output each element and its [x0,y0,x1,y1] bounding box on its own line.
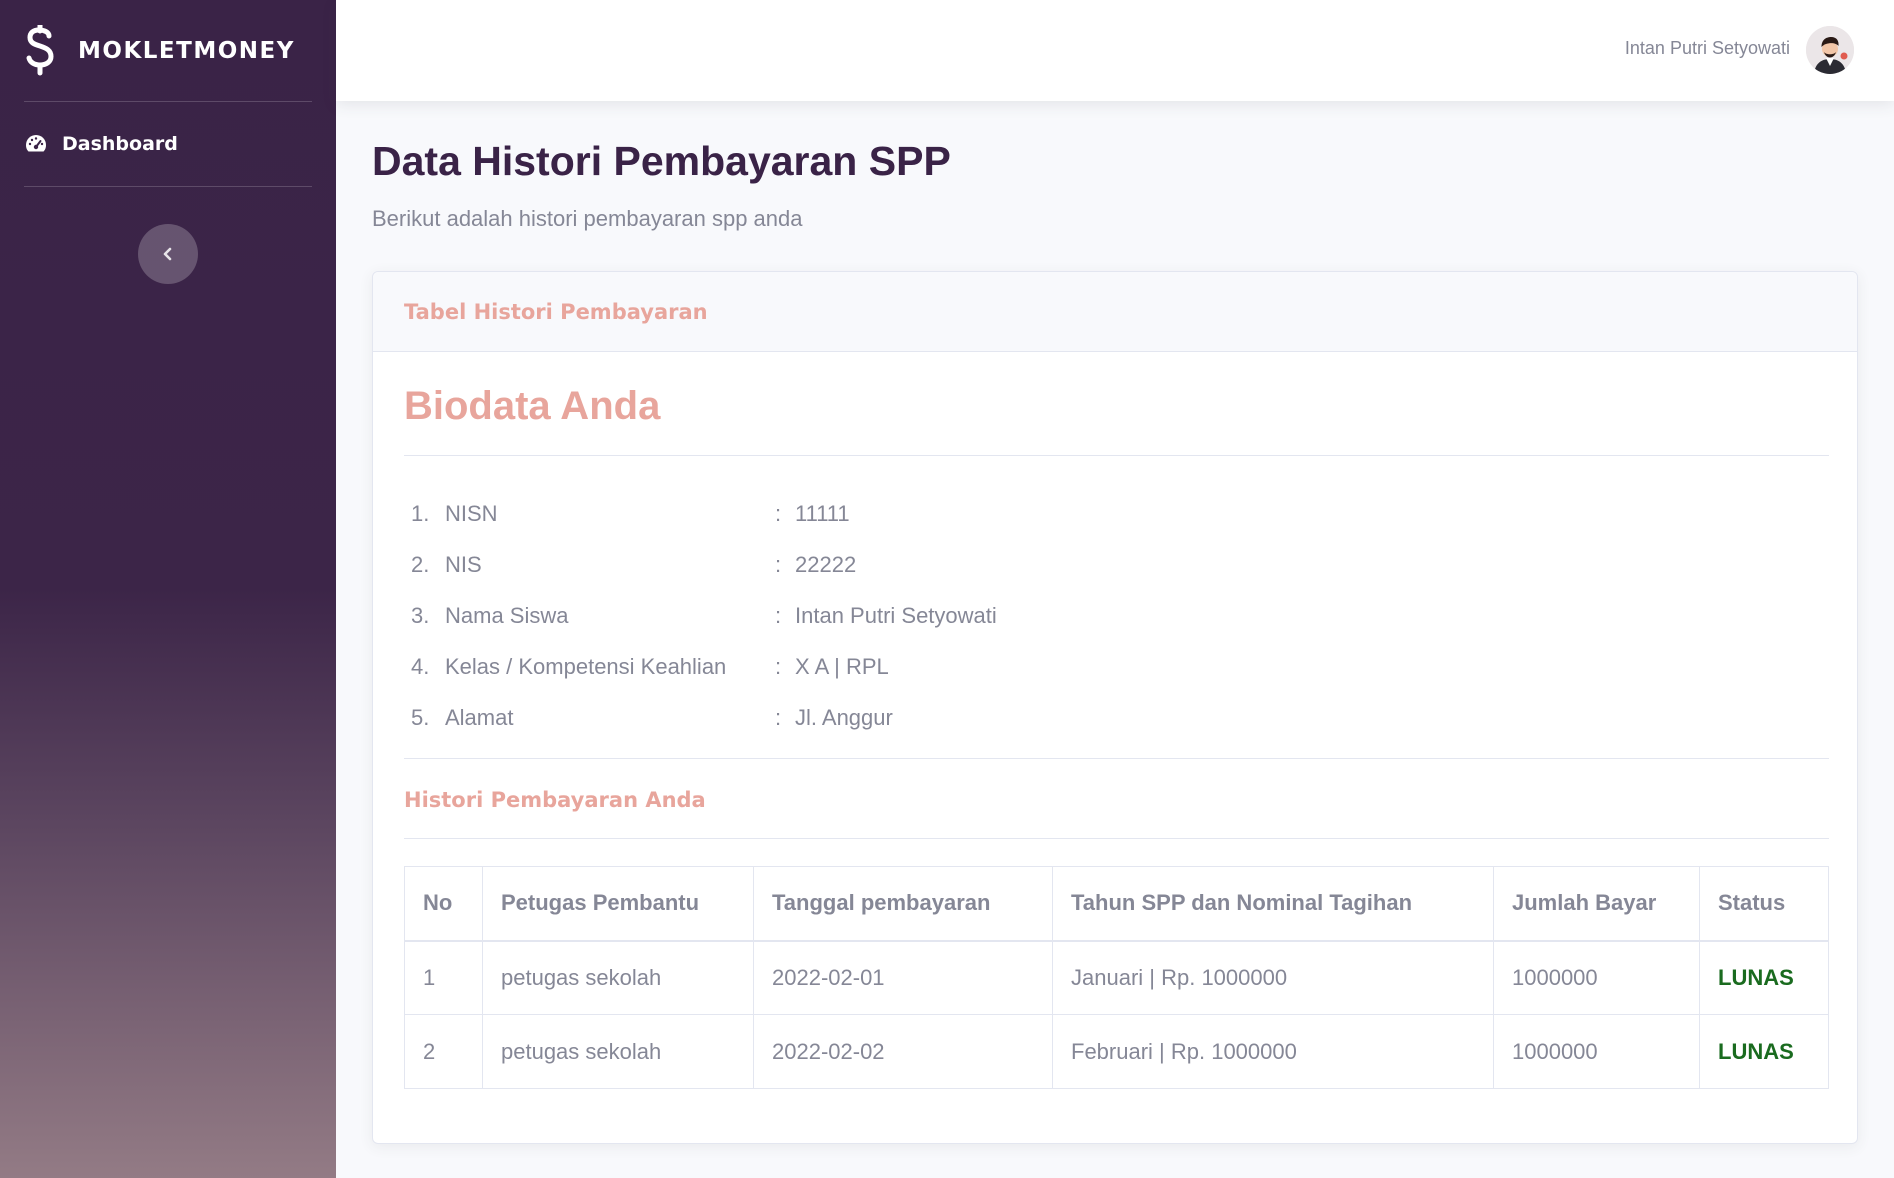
page-title: Data Histori Pembayaran SPP [372,138,951,184]
sidebar-divider [24,186,312,187]
biodata-colon: : [775,500,782,526]
payment-history-table: No Petugas Pembantu Tanggal pembayaran T… [404,866,1829,1089]
chevron-left-icon [163,247,172,261]
status-badge: LUNAS [1699,1014,1829,1089]
biodata-colon: : [775,602,782,628]
column-header[interactable]: Jumlah Bayar [1493,866,1700,942]
biodata-label: Kelas / Kompetensi Keahlian [445,653,727,679]
biodata-number: 5. [411,704,430,730]
table-cell: 1000000 [1493,1014,1700,1089]
biodata-number: 2. [411,551,430,577]
card-header-title: Tabel Histori Pembayaran [404,299,708,324]
biodata-label: Nama Siswa [445,602,569,628]
biodata-value: X A | RPL [795,653,889,679]
page-subtitle: Berikut adalah histori pembayaran spp an… [372,206,803,231]
biodata-value: Jl. Anggur [795,704,893,730]
avatar[interactable] [1806,26,1854,74]
biodata-label: NISN [445,500,498,526]
biodata-colon: : [775,704,782,730]
biodata-colon: : [775,551,782,577]
tachometer-icon [26,135,46,152]
biodata-number: 4. [411,653,430,679]
biodata-row: 3. Nama Siswa : Intan Putri Setyowati [411,590,997,641]
column-header[interactable]: No [404,866,483,942]
divider [404,838,1829,839]
biodata-number: 1. [411,500,430,526]
biodata-list: 1. NISN : 11111 2. NIS : 22222 3. Nama S… [411,488,997,743]
table-cell: petugas sekolah [482,940,754,1015]
biodata-row: 5. Alamat : Jl. Anggur [411,692,997,743]
table-row: 2 petugas sekolah 2022-02-02 Februari | … [404,1014,1829,1089]
sidebar-toggle-button[interactable] [138,224,198,284]
table-header-row: No Petugas Pembantu Tanggal pembayaran T… [404,866,1829,942]
sidebar-item-label: Dashboard [62,133,178,155]
brand-name: MOKLETMONEY [78,37,295,64]
table-cell: 2022-02-01 [753,940,1053,1015]
column-header[interactable]: Status [1699,866,1829,942]
table-cell: 2 [404,1014,483,1089]
biodata-label: Alamat [445,704,514,730]
column-header[interactable]: Tahun SPP dan Nominal Tagihan [1052,866,1494,942]
table-cell: petugas sekolah [482,1014,754,1089]
card-header: Tabel Histori Pembayaran [373,272,1857,352]
sidebar-item-dashboard[interactable]: Dashboard [0,102,336,186]
table-cell: 2022-02-02 [753,1014,1053,1089]
history-card: Tabel Histori Pembayaran Biodata Anda 1.… [372,271,1858,1144]
divider [404,758,1829,759]
brand[interactable]: MOKLETMONEY [0,0,336,101]
biodata-value: 11111 [795,500,850,526]
biodata-row: 2. NIS : 22222 [411,539,997,590]
user-name[interactable]: Intan Putri Setyowati [1625,38,1790,59]
table-row: 1 petugas sekolah 2022-02-01 Januari | R… [404,940,1829,1015]
biodata-label: NIS [445,551,482,577]
column-header[interactable]: Petugas Pembantu [482,866,754,942]
dollar-icon [26,24,54,75]
history-section-title: Histori Pembayaran Anda [404,788,706,812]
topbar: Intan Putri Setyowati [336,0,1894,101]
biodata-value: 22222 [795,551,857,577]
table-cell: Januari | Rp. 1000000 [1052,940,1494,1015]
status-badge: LUNAS [1699,940,1829,1015]
user-avatar-icon [1806,26,1854,74]
biodata-row: 1. NISN : 11111 [411,488,997,539]
divider [404,455,1829,456]
biodata-value: Intan Putri Setyowati [795,602,997,628]
column-header[interactable]: Tanggal pembayaran [753,866,1053,942]
biodata-number: 3. [411,602,430,628]
table-cell: Februari | Rp. 1000000 [1052,1014,1494,1089]
biodata-title: Biodata Anda [404,384,661,428]
sidebar: MOKLETMONEY Dashboard [0,0,336,1178]
table-cell: 1000000 [1493,940,1700,1015]
table-cell: 1 [404,940,483,1015]
biodata-colon: : [775,653,782,679]
biodata-row: 4. Kelas / Kompetensi Keahlian : X A | R… [411,641,997,692]
